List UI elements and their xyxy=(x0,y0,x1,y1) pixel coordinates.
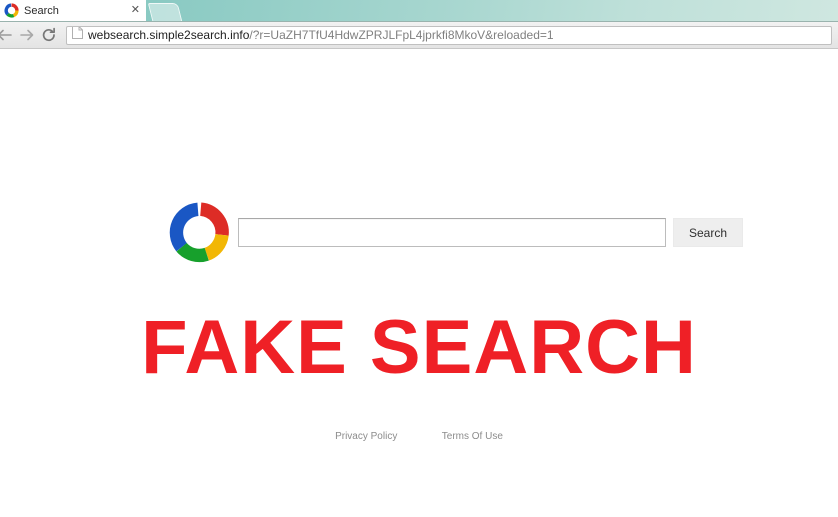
privacy-policy-link[interactable]: Privacy Policy xyxy=(335,431,397,442)
browser-toolbar: websearch.simple2search.info/?r=UaZH7TfU… xyxy=(0,22,838,49)
url-path: /?r=UaZH7TfU4HdwZPRJLFpL4jprkfi8MkoV&rel… xyxy=(249,28,554,42)
search-input[interactable] xyxy=(238,218,666,247)
address-bar[interactable]: websearch.simple2search.info/?r=UaZH7TfU… xyxy=(66,25,832,45)
browser-chrome: Search ✕ websearch.simple2search.info/?r… xyxy=(0,0,838,71)
search-row: Search xyxy=(168,201,743,264)
terms-of-use-link[interactable]: Terms Of Use xyxy=(442,431,503,442)
browser-tab-search[interactable]: Search ✕ xyxy=(0,0,146,21)
multicolor-ring-icon xyxy=(4,3,19,18)
address-bar-url: websearch.simple2search.info/?r=UaZH7TfU… xyxy=(88,28,554,42)
footer-links: Privacy Policy Terms Of Use xyxy=(0,426,838,444)
tab-strip: Search ✕ xyxy=(0,0,838,22)
page-content: Search FAKE SEARCH Privacy Policy Terms … xyxy=(0,70,838,517)
page-document-icon xyxy=(72,26,83,44)
back-arrow-icon[interactable] xyxy=(0,24,16,46)
multicolor-ring-logo xyxy=(168,201,231,264)
bookmarks-bar xyxy=(0,49,838,71)
url-host: websearch.simple2search.info xyxy=(88,28,250,42)
browser-tab-title: Search xyxy=(24,4,59,17)
reload-icon[interactable] xyxy=(38,24,60,46)
search-button[interactable]: Search xyxy=(673,218,743,247)
new-tab-button[interactable] xyxy=(147,3,183,21)
page-title: FAKE SEARCH xyxy=(141,305,697,390)
forward-arrow-icon[interactable] xyxy=(16,24,38,46)
tab-close-icon[interactable]: ✕ xyxy=(131,5,146,16)
